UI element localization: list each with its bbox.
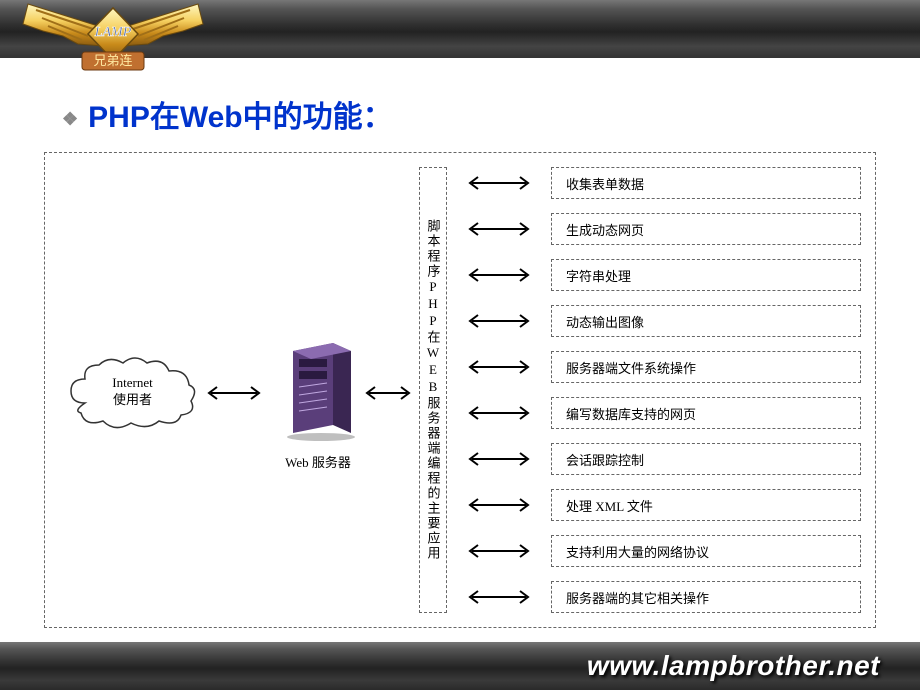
function-box: 处理 XML 文件 [551,489,861,521]
logo-subtext: 兄弟连 [93,53,132,68]
server-label: Web 服务器 [273,452,363,471]
function-label: 字符串处理 [566,266,631,285]
slide-title: ❖ PHP在Web中的功能： [62,92,393,136]
top-bar: LAMP 兄弟连 [0,0,920,58]
double-arrow-icon [459,351,539,383]
double-arrow-icon [361,383,415,408]
function-label: 服务器端的其它相关操作 [566,588,709,607]
server-icon [273,333,363,441]
function-label: 支持利用大量的网络协议 [566,542,709,561]
double-arrow-icon [459,581,539,613]
bottom-bar: www.lampbrother.net [0,642,920,690]
function-label: 会话跟踪控制 [566,450,644,469]
function-box: 字符串处理 [551,259,861,291]
cloud-line1: Internet [65,375,200,392]
double-arrow-icon [459,213,539,245]
function-box: 服务器端的其它相关操作 [551,581,861,613]
double-arrow-icon [459,535,539,567]
function-label: 收集表单数据 [566,174,644,193]
function-box: 会话跟踪控制 [551,443,861,475]
double-arrow-icon [459,397,539,429]
function-box: 收集表单数据 [551,167,861,199]
cloud-label: Internet 使用者 [65,375,200,409]
function-box: 服务器端文件系统操作 [551,351,861,383]
double-arrow-icon [459,167,539,199]
double-arrow-icon [459,259,539,291]
function-label: 编写数据库支持的网页 [566,404,696,423]
function-label: 服务器端文件系统操作 [566,358,696,377]
function-box: 生成动态网页 [551,213,861,245]
double-arrow-icon [459,443,539,475]
title-text: PHP在Web中的功能： [88,101,392,134]
double-arrow-icon [459,305,539,337]
function-box: 动态输出图像 [551,305,861,337]
footer-url: www.lampbrother.net [587,650,880,682]
vertical-label-text: 脚本程序PHP在WEB服务器端编程的主要应用 [427,219,440,561]
double-arrow-icon [203,383,265,408]
function-label: 处理 XML 文件 [566,496,653,515]
middle-arrow-column [459,167,539,613]
double-arrow-icon [459,489,539,521]
logo-text: LAMP [94,25,132,40]
internet-cloud: Internet 使用者 [65,353,200,431]
function-label: 动态输出图像 [566,312,644,331]
cloud-line2: 使用者 [65,392,200,409]
diagram-container: Internet 使用者 Web 服务器 脚本程序PHP在WEB服务器端编程的主… [44,152,876,628]
vertical-label-box: 脚本程序PHP在WEB服务器端编程的主要应用 [419,167,447,613]
function-box: 支持利用大量的网络协议 [551,535,861,567]
bullet-icon: ❖ [62,109,78,129]
function-box: 编写数据库支持的网页 [551,397,861,429]
function-column: 收集表单数据 生成动态网页 字符串处理 动态输出图像 服务器端文件系统操作 编写… [551,167,861,613]
function-label: 生成动态网页 [566,220,644,239]
web-server: Web 服务器 [273,333,363,471]
